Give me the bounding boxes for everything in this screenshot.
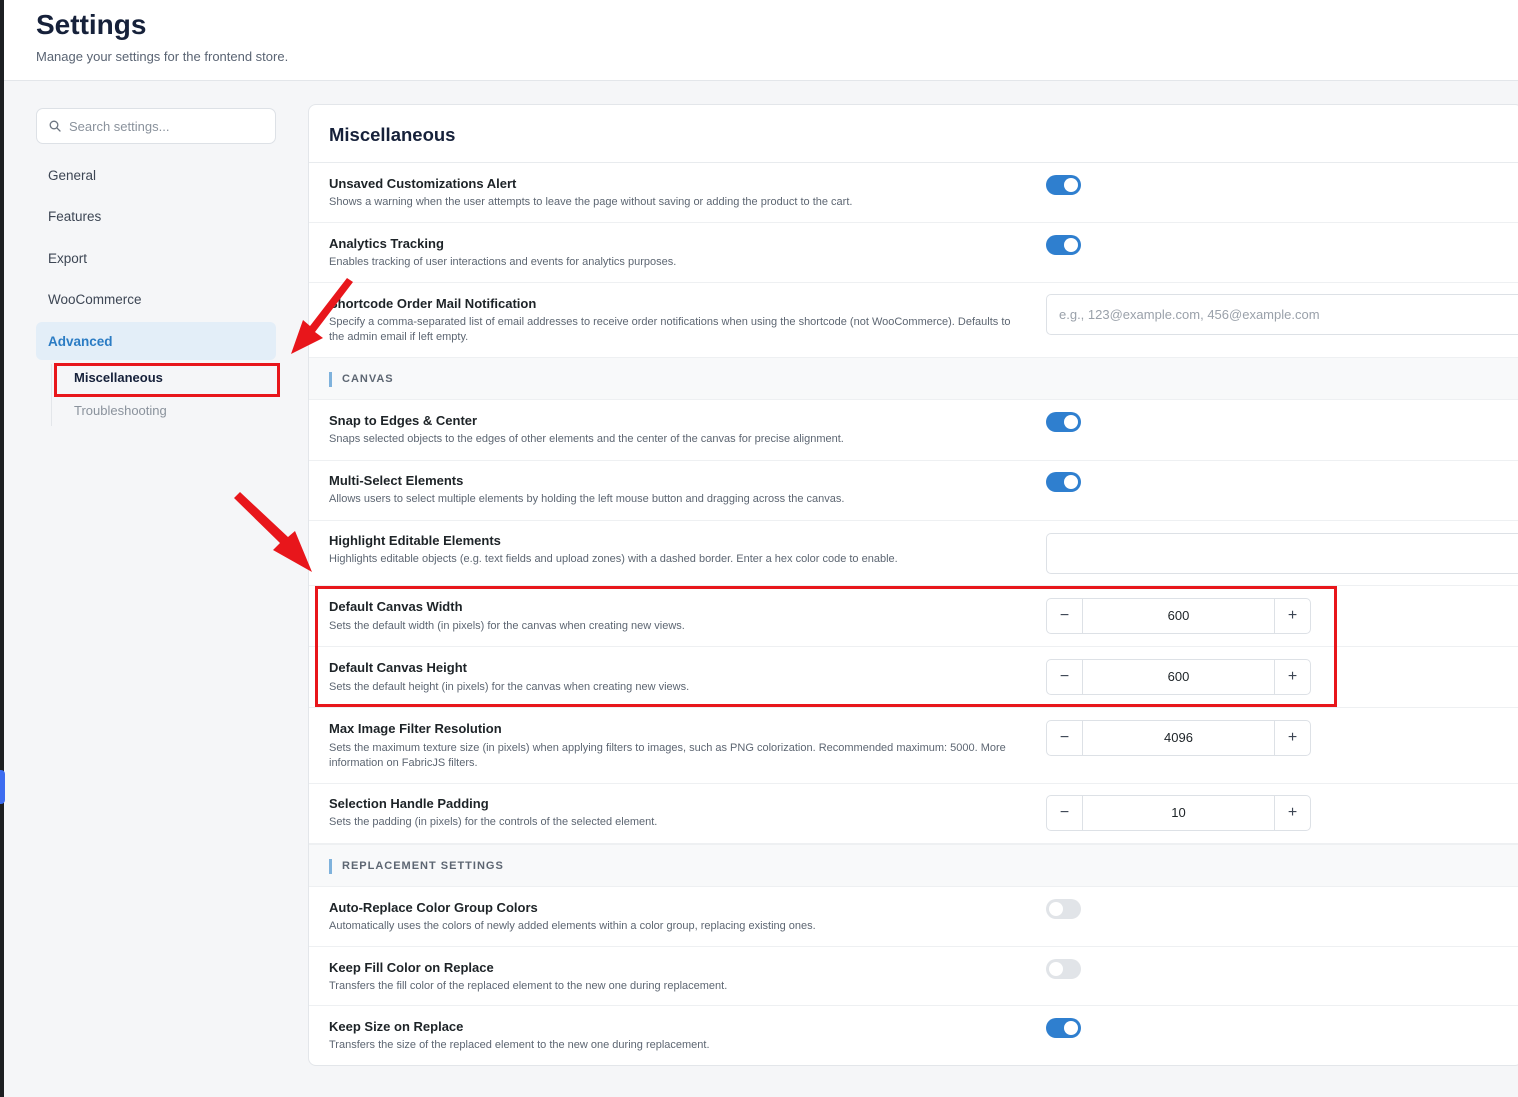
decrement-button[interactable]: − bbox=[1047, 796, 1083, 830]
toggle-knob bbox=[1049, 962, 1063, 976]
search-settings-box[interactable] bbox=[36, 108, 276, 144]
page-subtitle: Manage your settings for the frontend st… bbox=[36, 49, 289, 64]
stepper-value[interactable]: 4096 bbox=[1083, 721, 1274, 755]
setting-label: Analytics Tracking bbox=[329, 236, 444, 251]
section-label: REPLACEMENT SETTINGS bbox=[342, 860, 504, 872]
toggle-knob bbox=[1064, 415, 1078, 429]
page-header: Settings Manage your settings for the fr… bbox=[4, 0, 1518, 81]
decrement-button[interactable]: − bbox=[1047, 721, 1083, 755]
setting-label: Auto-Replace Color Group Colors bbox=[329, 900, 538, 915]
toggle-analytics[interactable] bbox=[1046, 235, 1081, 255]
setting-description: Sets the maximum texture size (in pixels… bbox=[329, 742, 1006, 769]
setting-description: Enables tracking of user interactions an… bbox=[329, 256, 677, 268]
settings-panel: Miscellaneous Unsaved Customizations Ale… bbox=[308, 104, 1518, 1066]
annotation-arrow-icon bbox=[234, 492, 312, 572]
subnav-item-troubleshooting[interactable]: Troubleshooting bbox=[74, 403, 167, 418]
setting-label: Multi-Select Elements bbox=[329, 473, 464, 488]
toggle-auto-replace[interactable] bbox=[1046, 899, 1081, 919]
setting-description: Specify a comma-separated list of email … bbox=[329, 316, 1011, 343]
setting-description: Highlights editable objects (e.g. text f… bbox=[329, 553, 898, 565]
toggle-keep-size[interactable] bbox=[1046, 1018, 1081, 1038]
toggle-knob bbox=[1064, 178, 1078, 192]
section-accent-bar bbox=[329, 372, 332, 387]
search-icon bbox=[49, 120, 61, 132]
section-header-replacement: REPLACEMENT SETTINGS bbox=[309, 844, 1518, 887]
setting-label: Highlight Editable Elements bbox=[329, 533, 501, 548]
subnav-divider bbox=[51, 364, 52, 426]
setting-description: Transfers the fill color of the replaced… bbox=[329, 980, 728, 992]
sidebar-item-export[interactable]: Export bbox=[36, 239, 276, 277]
setting-label: Snap to Edges & Center bbox=[329, 413, 478, 428]
setting-row-shortcode-mail: Shortcode Order Mail Notification Specif… bbox=[309, 283, 1518, 358]
max-filter-stepper[interactable]: − 4096 + bbox=[1046, 720, 1311, 756]
toggle-multiselect[interactable] bbox=[1046, 472, 1081, 492]
increment-button[interactable]: + bbox=[1274, 721, 1310, 755]
setting-description: Transfers the size of the replaced eleme… bbox=[329, 1039, 710, 1051]
setting-label: Unsaved Customizations Alert bbox=[329, 176, 517, 191]
handle-padding-stepper[interactable]: − 10 + bbox=[1046, 795, 1311, 831]
setting-label: Max Image Filter Resolution bbox=[329, 721, 502, 736]
sidebar-item-woocommerce[interactable]: WooCommerce bbox=[36, 280, 276, 318]
setting-row-multiselect: Multi-Select Elements Allows users to se… bbox=[309, 461, 1518, 521]
setting-label: Selection Handle Padding bbox=[329, 796, 489, 811]
setting-row-max-filter: Max Image Filter Resolution Sets the max… bbox=[309, 708, 1518, 784]
shortcode-mail-input[interactable] bbox=[1046, 294, 1518, 335]
annotation-arrow-icon bbox=[291, 278, 353, 354]
page-title: Settings bbox=[36, 9, 147, 40]
toggle-unsaved-alert[interactable] bbox=[1046, 175, 1081, 195]
setting-row-keep-fill: Keep Fill Color on Replace Transfers the… bbox=[309, 947, 1518, 1006]
setting-row-highlight: Highlight Editable Elements Highlights e… bbox=[309, 521, 1518, 586]
setting-row-auto-replace: Auto-Replace Color Group Colors Automati… bbox=[309, 887, 1518, 947]
setting-row-keep-size: Keep Size on Replace Transfers the size … bbox=[309, 1006, 1518, 1066]
left-edge-strip bbox=[0, 0, 4, 1097]
setting-description: Snaps selected objects to the edges of o… bbox=[329, 433, 844, 445]
sidebar-item-features[interactable]: Features bbox=[36, 197, 276, 235]
setting-row-snap: Snap to Edges & Center Snaps selected ob… bbox=[309, 401, 1518, 461]
annotation-box-miscellaneous bbox=[54, 363, 280, 397]
sidebar-item-advanced[interactable]: Advanced bbox=[36, 322, 276, 360]
setting-label: Shortcode Order Mail Notification bbox=[329, 296, 537, 311]
toggle-knob bbox=[1064, 1021, 1078, 1035]
section-label: CANVAS bbox=[342, 373, 394, 385]
setting-description: Sets the padding (in pixels) for the con… bbox=[329, 816, 658, 828]
setting-row-analytics: Analytics Tracking Enables tracking of u… bbox=[309, 223, 1518, 283]
setting-description: Shows a warning when the user attempts t… bbox=[329, 196, 853, 208]
search-input[interactable] bbox=[69, 109, 269, 143]
toggle-knob bbox=[1064, 475, 1078, 489]
setting-row-unsaved-alert: Unsaved Customizations Alert Shows a war… bbox=[309, 163, 1518, 223]
setting-label: Keep Fill Color on Replace bbox=[329, 960, 494, 975]
collapse-tab[interactable] bbox=[0, 770, 5, 804]
toggle-knob bbox=[1049, 902, 1063, 916]
setting-description: Allows users to select multiple elements… bbox=[329, 493, 845, 505]
stepper-value[interactable]: 10 bbox=[1083, 796, 1274, 830]
panel-title: Miscellaneous bbox=[329, 124, 456, 145]
section-accent-bar bbox=[329, 859, 332, 874]
sidebar-item-general[interactable]: General bbox=[36, 156, 276, 194]
section-header-canvas: CANVAS bbox=[309, 357, 1518, 400]
toggle-snap[interactable] bbox=[1046, 412, 1081, 432]
toggle-keep-fill[interactable] bbox=[1046, 959, 1081, 979]
setting-description: Automatically uses the colors of newly a… bbox=[329, 920, 816, 932]
annotation-box-canvas-size bbox=[315, 586, 1337, 707]
highlight-color-input[interactable] bbox=[1046, 533, 1518, 574]
setting-label: Keep Size on Replace bbox=[329, 1019, 464, 1034]
toggle-knob bbox=[1064, 238, 1078, 252]
setting-row-handle-padding: Selection Handle Padding Sets the paddin… bbox=[309, 784, 1518, 844]
increment-button[interactable]: + bbox=[1274, 796, 1310, 830]
